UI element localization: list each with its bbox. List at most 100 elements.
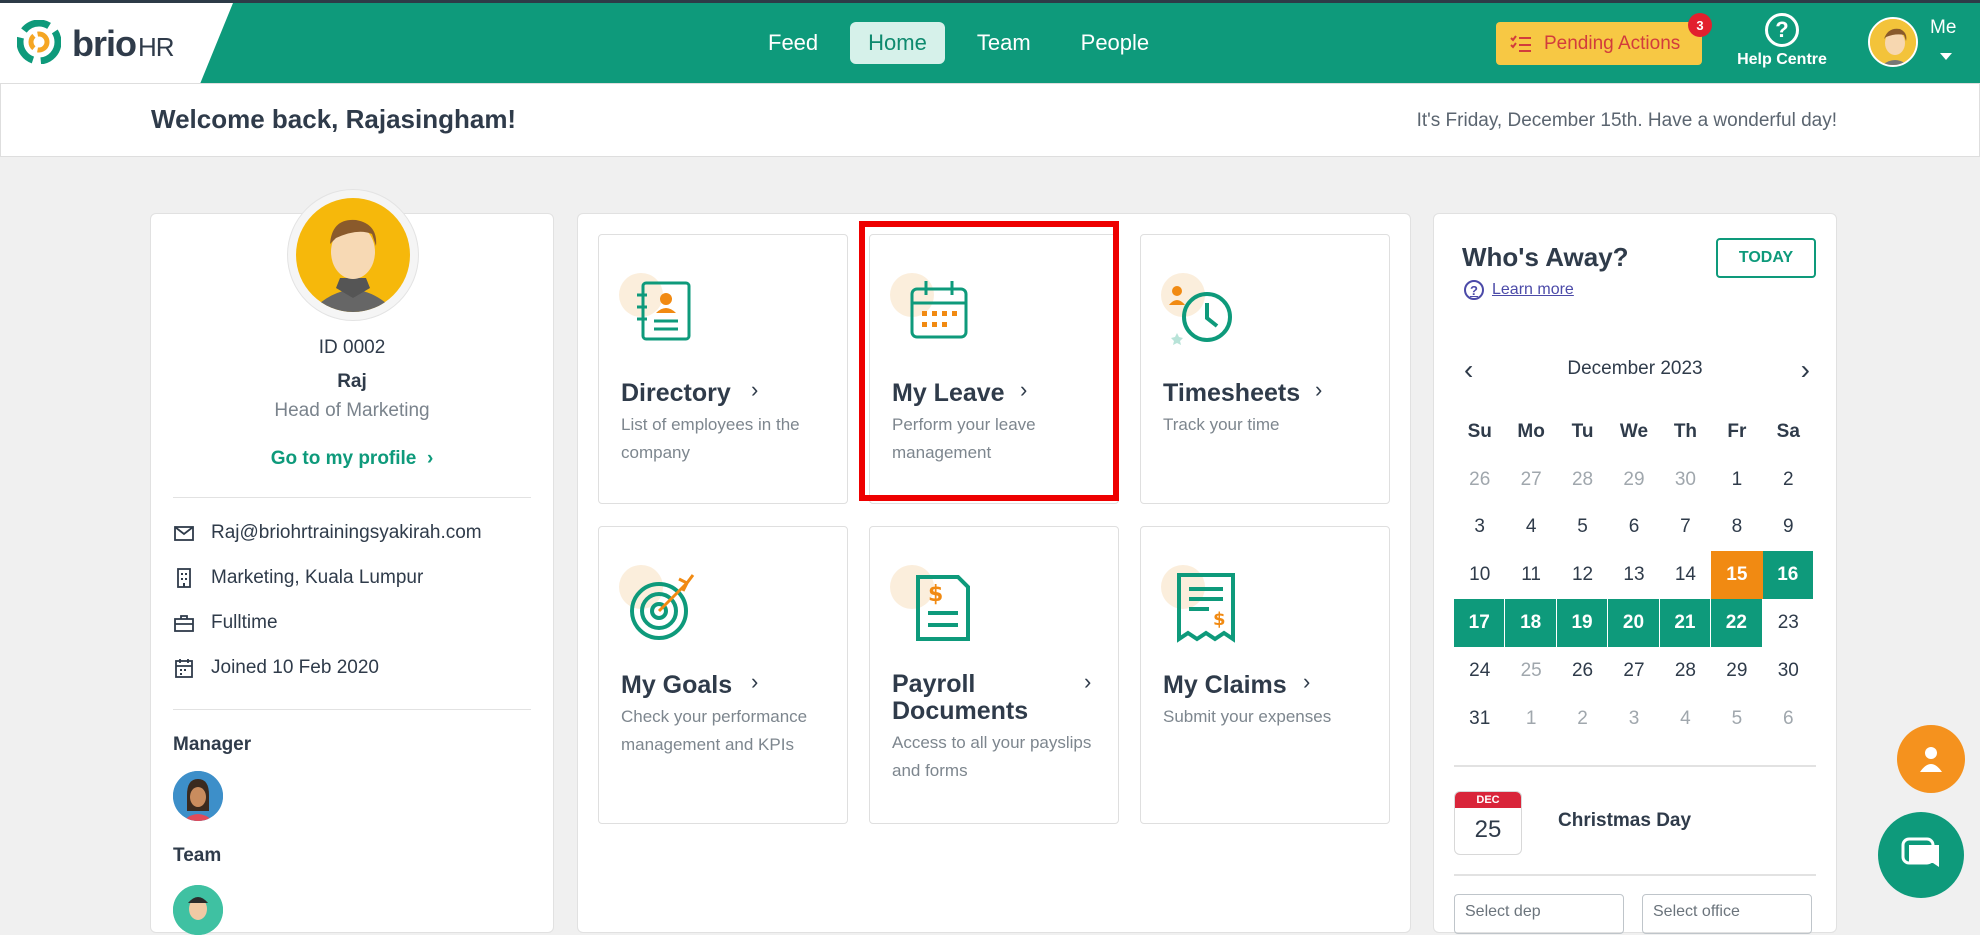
calendar-day[interactable]: 28 — [1557, 456, 1608, 504]
date-greeting: It's Friday, December 15th. Have a wonde… — [1416, 110, 1837, 131]
calendar-day[interactable]: 1 — [1711, 456, 1762, 504]
go-to-profile-link[interactable]: Go to my profile › — [151, 448, 553, 470]
calendar-day[interactable]: 31 — [1454, 695, 1505, 743]
weekday-header: Su — [1467, 420, 1492, 442]
calendar-day[interactable]: 25 — [1505, 647, 1556, 695]
tile-directory[interactable]: Directory › List of employees in the com… — [598, 234, 848, 504]
calendar-day[interactable]: 30 — [1660, 456, 1711, 504]
contact-person-button[interactable] — [1897, 725, 1965, 793]
me-label[interactable]: Me — [1930, 17, 1956, 39]
learn-more-link[interactable]: ? Learn more — [1464, 280, 1574, 300]
tile-title: My Goals — [621, 671, 733, 699]
calendar-day[interactable]: 19 — [1556, 599, 1609, 647]
nav-team[interactable]: Team — [959, 22, 1049, 64]
tile-description: List of employees in the company — [621, 415, 800, 462]
calendar-icon — [910, 281, 968, 339]
calendar-day[interactable]: 4 — [1505, 504, 1556, 552]
tile-my-claims[interactable]: $ My Claims › Submit your expenses — [1140, 526, 1390, 824]
calendar-day[interactable]: 3 — [1454, 504, 1505, 552]
calendar-day[interactable]: 18 — [1505, 599, 1557, 647]
manager-avatar[interactable] — [173, 771, 223, 821]
learn-more-label: Learn more — [1492, 281, 1574, 298]
calendar-day[interactable]: 26 — [1557, 647, 1608, 695]
tile-payroll-documents[interactable]: $ Payroll Documents › Access to all your… — [869, 526, 1119, 824]
profile-avatar — [288, 190, 418, 320]
calendar-day[interactable]: 17 — [1454, 599, 1506, 647]
calendar-day[interactable]: 6 — [1608, 504, 1659, 552]
pending-actions-button[interactable]: Pending Actions 3 — [1496, 13, 1712, 65]
calendar-day[interactable]: 15 — [1711, 551, 1763, 600]
calendar-day[interactable]: 29 — [1711, 647, 1762, 695]
calendar-day[interactable]: 1 — [1505, 695, 1556, 743]
calendar-day[interactable]: 30 — [1763, 647, 1814, 695]
employment-text: Fulltime — [211, 612, 278, 633]
calendar-day[interactable]: 21 — [1659, 599, 1712, 647]
holiday-day: 25 — [1474, 816, 1502, 843]
calendar-day[interactable]: 8 — [1711, 504, 1762, 552]
svg-text:$: $ — [1213, 609, 1226, 630]
help-centre-button[interactable]: ? Help Centre — [1734, 13, 1830, 69]
today-button[interactable]: TODAY — [1716, 238, 1816, 278]
tile-description: Submit your expenses — [1163, 707, 1332, 726]
calendar-day[interactable]: 7 — [1660, 504, 1711, 552]
department-select[interactable]: Select dep — [1454, 894, 1624, 934]
calendar-day[interactable]: 10 — [1454, 551, 1505, 599]
calendar-day[interactable]: 29 — [1608, 456, 1659, 504]
chevron-right-icon[interactable]: › — [1801, 354, 1810, 386]
tile-my-goals[interactable]: My Goals › Check your performance manage… — [598, 526, 848, 824]
chevron-right-icon: › — [751, 377, 759, 402]
calendar-day[interactable]: 28 — [1660, 647, 1711, 695]
calendar-day[interactable]: 20 — [1608, 599, 1660, 647]
calendar-day[interactable]: 22 — [1711, 599, 1763, 647]
caret-down-icon[interactable] — [1940, 53, 1952, 60]
weekday-header: Fr — [1727, 420, 1747, 442]
nav-people[interactable]: People — [1063, 22, 1168, 64]
tile-my-leave[interactable]: My Leave › Perform your leave management — [869, 234, 1119, 504]
calendar-day[interactable]: 5 — [1557, 504, 1608, 552]
welcome-title: Welcome back, Rajasingham! — [151, 104, 517, 134]
brio-logo-icon — [17, 20, 61, 64]
calendar-header: ‹ December 2023 › — [1454, 354, 1816, 386]
calendar-day[interactable]: 27 — [1608, 647, 1659, 695]
nav-feed[interactable]: Feed — [750, 22, 836, 64]
team-member-avatar[interactable] — [173, 885, 223, 935]
whos-away-title: Who's Away? — [1462, 242, 1629, 272]
calendar-day[interactable]: 6 — [1763, 695, 1814, 743]
calendar-day[interactable]: 9 — [1763, 504, 1814, 552]
chevron-right-icon: › — [1020, 377, 1028, 402]
chat-button[interactable] — [1878, 812, 1964, 898]
tile-title: Directory — [621, 379, 731, 407]
calendar-day[interactable]: 26 — [1454, 456, 1505, 504]
calendar-day[interactable]: 5 — [1711, 695, 1762, 743]
weekday-header: Tu — [1571, 420, 1594, 442]
office-select[interactable]: Select office — [1642, 894, 1812, 934]
calendar-day[interactable]: 24 — [1454, 647, 1505, 695]
tile-timesheets[interactable]: Timesheets › Track your time — [1140, 234, 1390, 504]
calendar-grid: Su Mo Tu We Th Fr Sa 26 27 28 29 30 1 2 3 4 5 6 7 8 9 10 11 12 1… — [1454, 408, 1814, 743]
divider — [1454, 874, 1816, 876]
calendar-day[interactable]: 16 — [1762, 551, 1814, 600]
calendar-day[interactable]: 3 — [1608, 695, 1659, 743]
calendar-day[interactable]: 11 — [1505, 551, 1556, 599]
logo[interactable]: brioHR — [0, 3, 233, 83]
avatar-face-icon — [1870, 19, 1916, 65]
calendar-month: December 2023 — [1567, 358, 1703, 379]
manager-heading: Manager — [173, 734, 252, 755]
building-icon — [177, 568, 191, 588]
question-icon: ? — [1464, 280, 1484, 300]
user-avatar[interactable] — [1868, 17, 1918, 67]
calendar-day[interactable]: 12 — [1557, 551, 1608, 599]
calendar-day[interactable]: 13 — [1608, 551, 1659, 599]
directory-icon — [637, 281, 691, 341]
checklist-icon — [1510, 34, 1531, 52]
calendar-day[interactable]: 23 — [1763, 599, 1814, 647]
nav-home[interactable]: Home — [850, 22, 945, 64]
calendar-day[interactable]: 2 — [1763, 456, 1814, 504]
calendar-day[interactable]: 14 — [1660, 551, 1711, 599]
divider — [173, 709, 531, 710]
help-centre-label: Help Centre — [1737, 51, 1827, 68]
calendar-day[interactable]: 27 — [1505, 456, 1556, 504]
calendar-day[interactable]: 4 — [1660, 695, 1711, 743]
tile-description: Check your performance management and KP… — [621, 707, 808, 754]
calendar-day[interactable]: 2 — [1557, 695, 1608, 743]
